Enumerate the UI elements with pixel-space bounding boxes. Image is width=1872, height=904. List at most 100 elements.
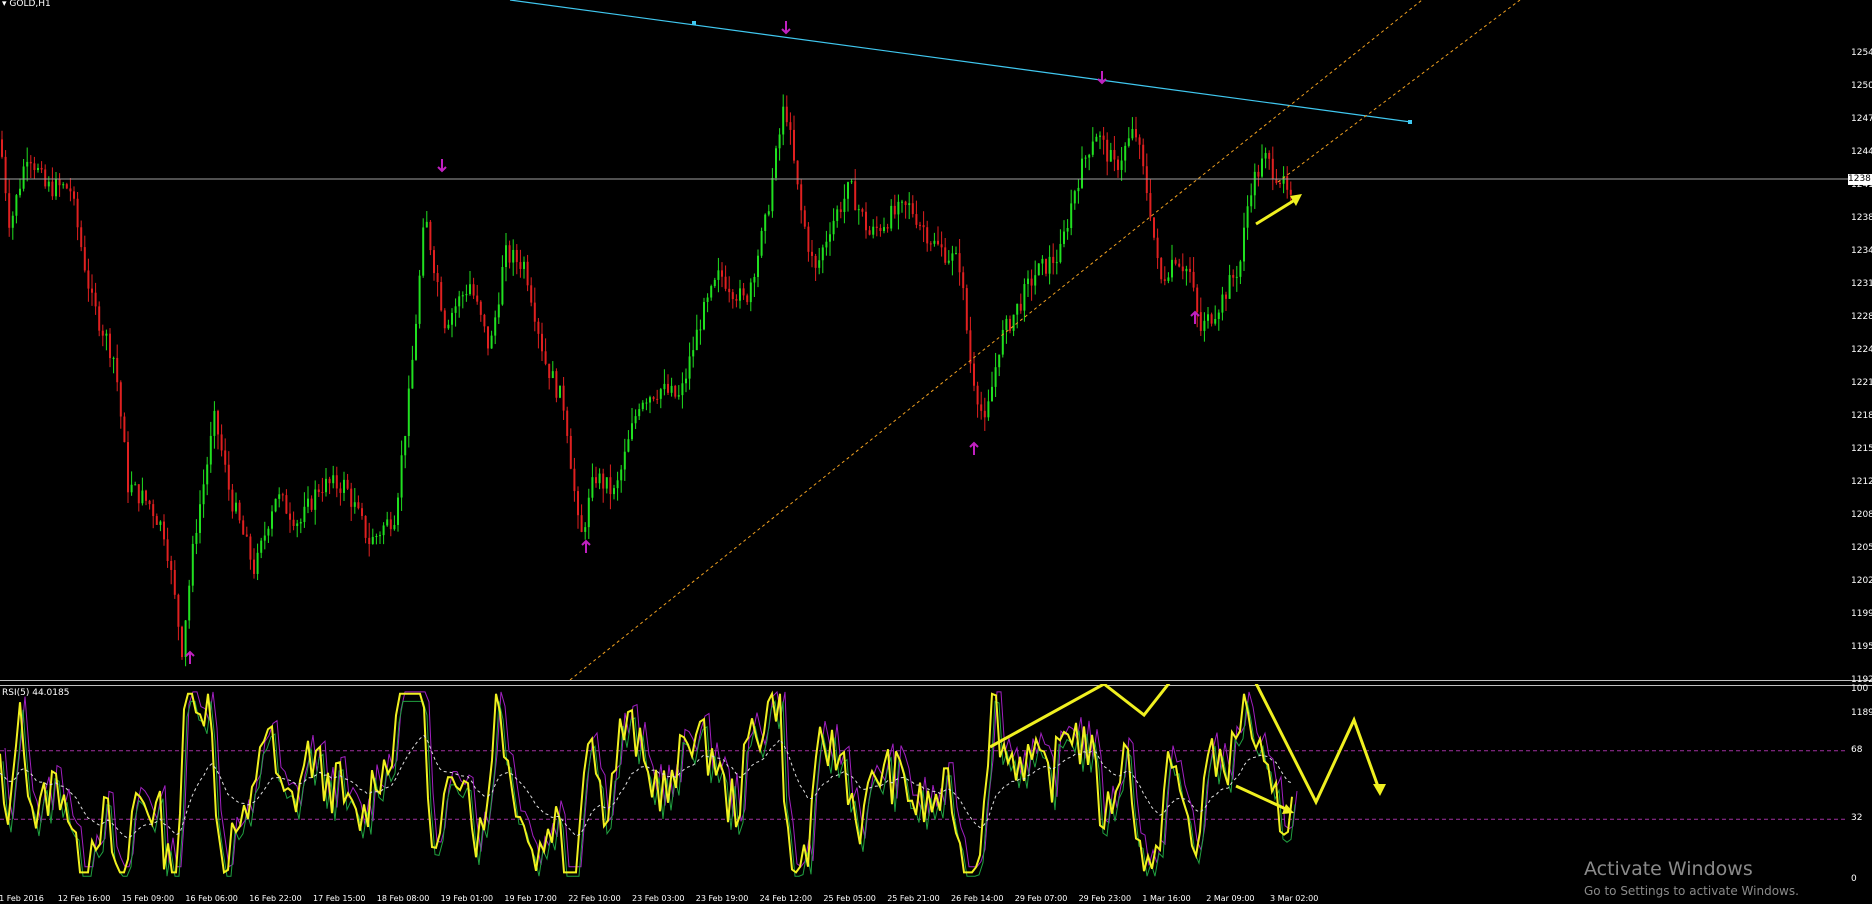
candle-body (231, 489, 234, 512)
candle-body (1124, 145, 1127, 161)
candle-body (541, 333, 543, 352)
candle-body (771, 177, 774, 212)
candle-body (1109, 149, 1112, 162)
price-tick-label: 1228 (1851, 312, 1872, 322)
candle-body (1145, 166, 1148, 194)
candle-body (80, 227, 83, 248)
candle-body (37, 167, 39, 171)
candle-body (512, 249, 515, 263)
candle-body (177, 594, 180, 627)
candle-body (1091, 141, 1094, 155)
candle-body (393, 524, 396, 530)
candle-body (922, 225, 925, 228)
candle-body (1027, 278, 1029, 285)
rsi-panel[interactable] (0, 684, 1848, 894)
candle-body (692, 350, 695, 357)
chart-window[interactable]: ▾ GOLD,H1 RSI(5) 44.0185 1254 1250 1247 124… (0, 0, 1872, 904)
candle-body (281, 494, 284, 496)
candle-body (1221, 294, 1224, 313)
candle-body (425, 221, 428, 228)
annotation-arrowhead (1373, 784, 1386, 796)
candle-body (940, 244, 943, 248)
candle-body (1246, 206, 1249, 228)
candle-body (364, 515, 367, 538)
candle-body (4, 156, 7, 194)
candle-body (559, 385, 561, 398)
candle-body (1005, 318, 1008, 330)
candle-body (73, 191, 75, 199)
candle-body (55, 179, 57, 197)
candle-body (1199, 312, 1202, 331)
candle-body (191, 543, 194, 586)
candle-body (119, 382, 122, 417)
candle-body (677, 395, 680, 397)
candle-body (314, 489, 317, 510)
candle-body (778, 134, 781, 149)
candle-body (915, 214, 918, 225)
candle-body (613, 488, 615, 495)
rsi-tick-label: 0 (1851, 874, 1857, 884)
candle-body (357, 502, 360, 509)
candle-body (757, 255, 759, 277)
candle-body (227, 464, 230, 490)
candle-body (400, 455, 403, 498)
candle-body (735, 299, 738, 301)
candle-body (411, 359, 414, 389)
candle-body (1113, 149, 1116, 160)
price-tick-label: 1208 (1851, 510, 1872, 520)
candle-body (569, 435, 572, 469)
candle-body (1207, 314, 1209, 321)
triangle-down-icon[interactable]: ▾ (2, 0, 7, 9)
candle-body (829, 234, 831, 242)
candle-body (1106, 139, 1109, 162)
rsi-tick-label: 100 (1851, 684, 1869, 694)
price-chart-svg[interactable] (0, 0, 1848, 680)
candle-body (1077, 187, 1080, 192)
candle-body (641, 402, 644, 410)
trendline-anchor-handle (1408, 120, 1412, 124)
candle-body (580, 515, 583, 532)
candle-body (40, 167, 43, 170)
time-tick-label: 17 Feb 15:00 (313, 894, 366, 903)
candle-body (1214, 318, 1217, 324)
candle-body (69, 188, 72, 192)
candle-body (256, 552, 259, 574)
time-tick-label: 2 Mar 09:00 (1206, 894, 1255, 903)
candle-body (325, 478, 327, 493)
symbol-label: ▾ GOLD,H1 (2, 0, 51, 9)
candle-body (375, 536, 378, 538)
candle-body (857, 209, 860, 211)
time-tick-label: 19 Feb 01:00 (440, 894, 494, 903)
candle-body (1019, 303, 1022, 311)
candle-body (616, 480, 619, 489)
candle-body (1088, 154, 1091, 158)
candle-body (1189, 268, 1191, 272)
candle-body (1102, 135, 1105, 140)
candle-body (217, 410, 219, 435)
candle-body (454, 306, 457, 313)
candle-body (220, 434, 223, 451)
current-price-label: 1238 (1848, 174, 1872, 185)
candle-body (551, 371, 554, 379)
candle-body (443, 310, 446, 329)
candle-body (1210, 314, 1213, 324)
candle-body (850, 181, 853, 183)
candle-body (865, 211, 867, 231)
candle-body (310, 498, 313, 510)
candle-body (753, 276, 756, 283)
candle-body (706, 297, 709, 302)
candle-body (123, 416, 126, 443)
candle-body (15, 195, 18, 216)
candle-body (479, 301, 482, 315)
candle-body (537, 321, 540, 334)
price-tick-label: 1254 (1851, 48, 1872, 58)
price-panel[interactable] (0, 0, 1848, 680)
time-tick-label: 22 Feb 10:00 (568, 894, 621, 903)
candle-body (127, 442, 129, 493)
candle-body (1286, 176, 1289, 190)
price-tick-label: 1244 (1851, 147, 1872, 157)
candle-body (919, 224, 921, 226)
candle-body (382, 525, 385, 536)
candle-body (724, 276, 727, 289)
rsi-chart-svg[interactable] (0, 684, 1848, 894)
